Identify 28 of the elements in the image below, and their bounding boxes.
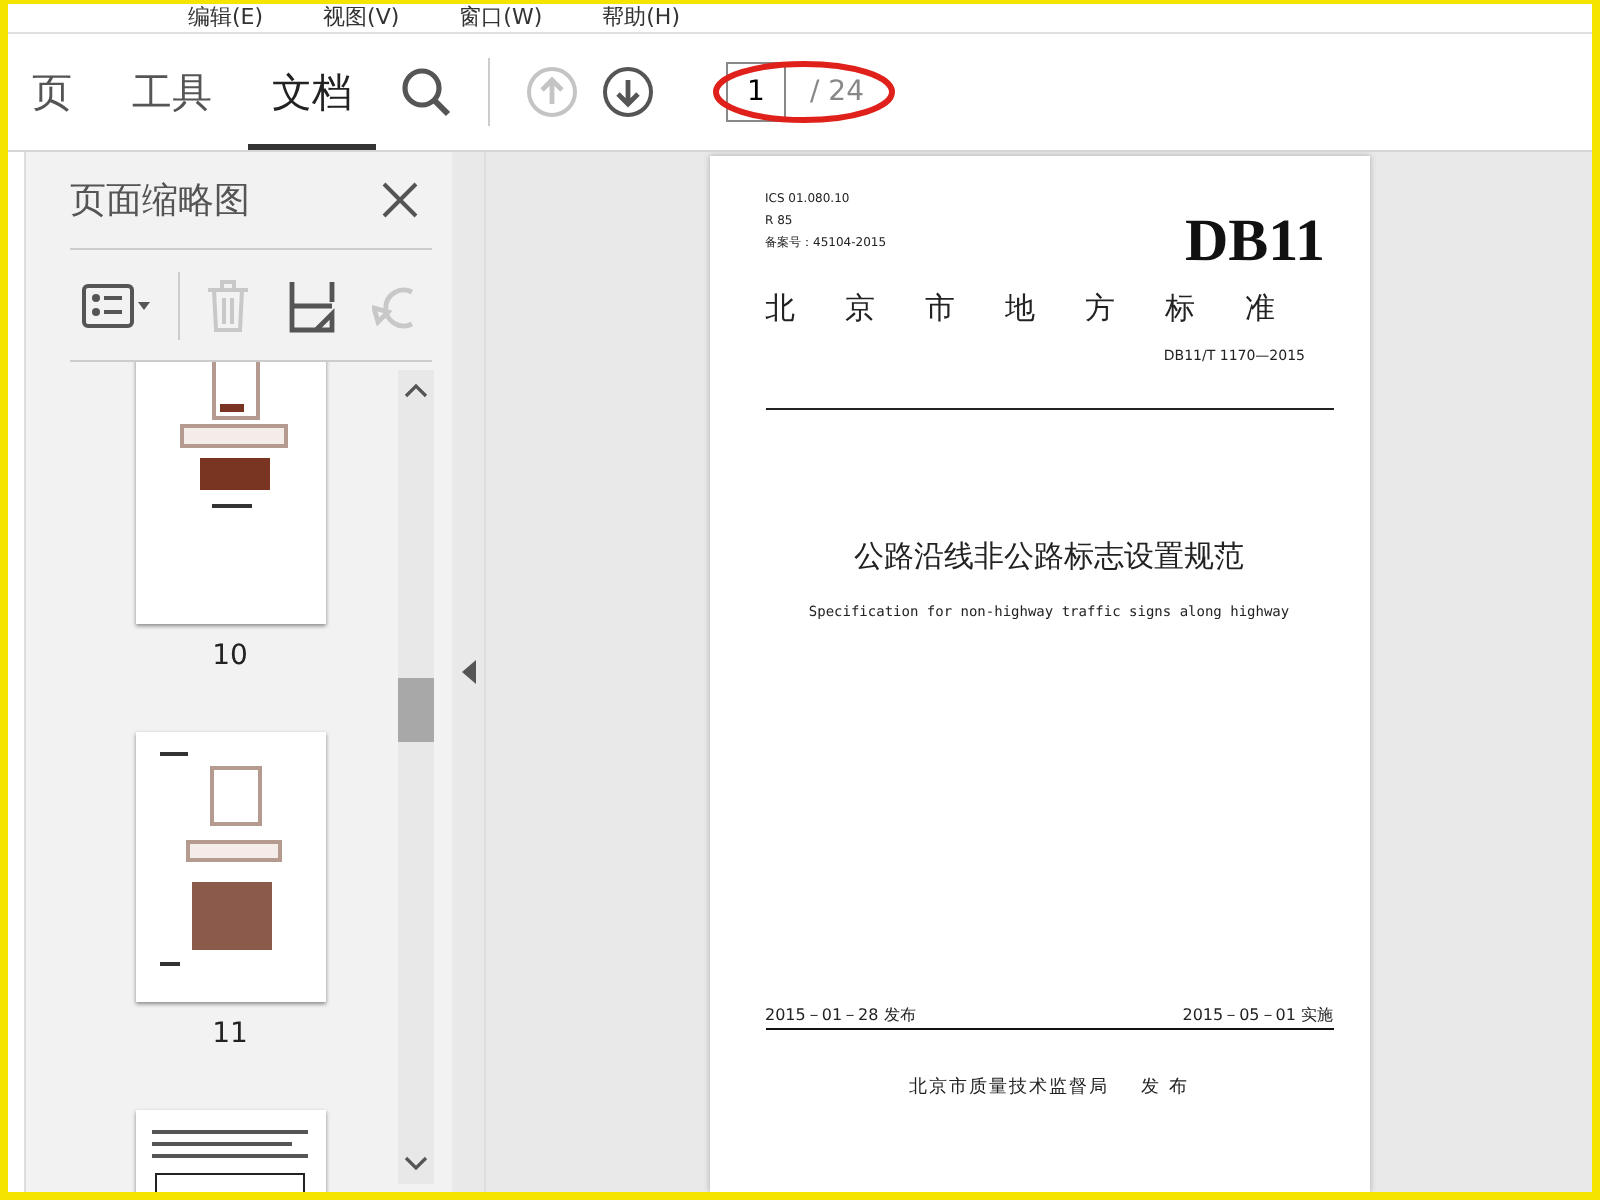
page-label: 10 [212,640,248,672]
page-thumbnail[interactable] [135,362,325,624]
scroll-up-icon[interactable] [404,382,428,398]
down-arrow-icon[interactable] [602,66,654,118]
menu-item[interactable]: 窗口(W) [459,6,543,30]
issue-date: 2015－01－28 发布 [765,1004,916,1026]
publish-note: 发 布 [1141,1075,1189,1100]
panel-title: 页面缩略图 [70,178,250,224]
standard-category: 北京市地方标准 [765,288,1325,328]
crop-pages-icon[interactable] [288,277,336,333]
toolbar-tab[interactable]: 页 [8,34,96,150]
list-options-icon[interactable] [82,281,154,329]
scrollbar-thumb[interactable] [398,678,434,742]
menu-item[interactable]: 编辑(E) [188,6,264,30]
menu-item[interactable]: 视图(V) [323,6,400,30]
page-total: / 24 [810,76,864,108]
menu-item[interactable]: 帮助(H) [602,6,680,30]
scroll-down-icon[interactable] [404,1156,428,1172]
document-title: 公路沿线非公路标志设置规范 [852,538,1246,576]
effective-date: 2015－05－01 实施 [1182,1004,1333,1026]
collapse-arrow-icon[interactable] [461,660,475,684]
page-thumbnail[interactable] [135,732,325,1002]
publisher: 北京市质量技术监督局 [909,1075,1110,1100]
standard-code: DB11 [1184,208,1325,276]
search-icon[interactable] [400,66,452,118]
close-icon[interactable] [380,180,420,220]
toolbar-tab[interactable]: 工具 [108,34,236,150]
page-label: 11 [212,1018,248,1050]
